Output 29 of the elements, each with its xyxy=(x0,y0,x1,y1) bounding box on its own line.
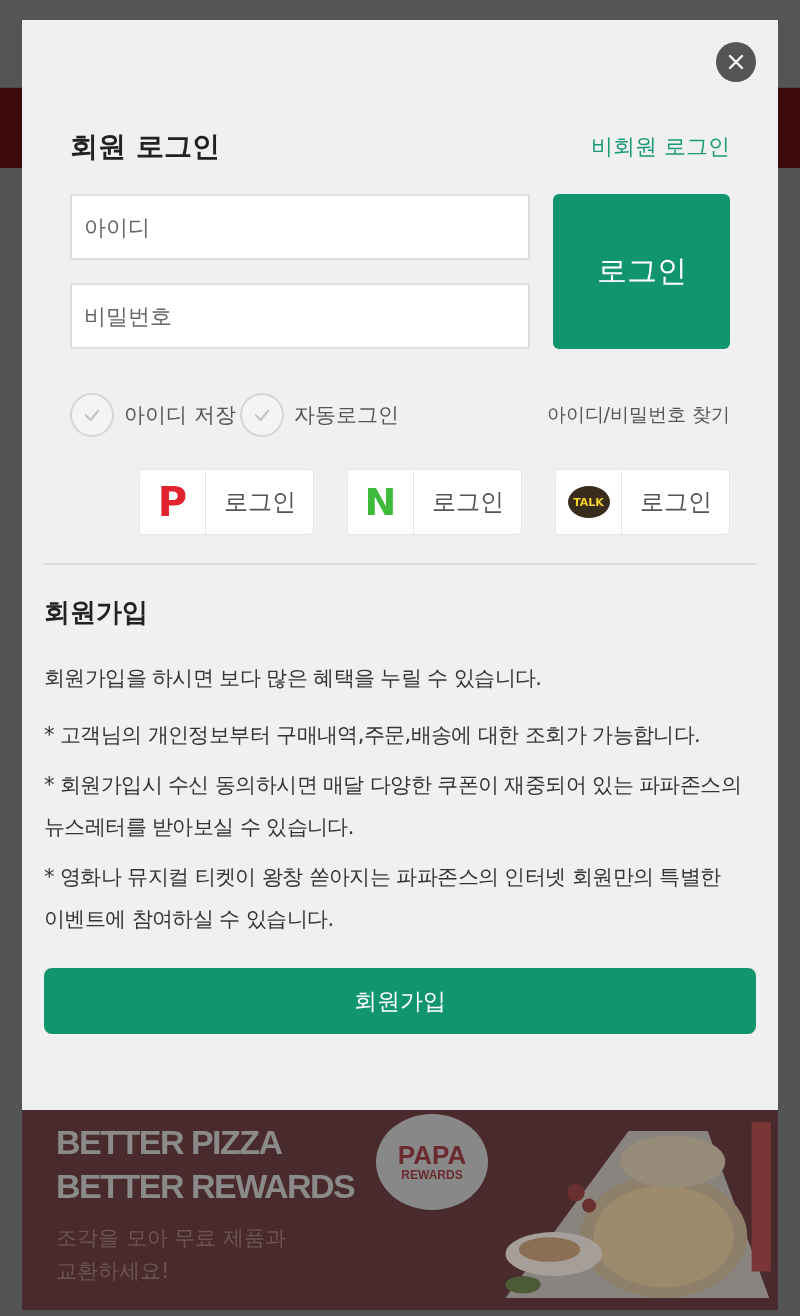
checkbox[interactable] xyxy=(70,393,114,437)
social-login-label: 로그인 xyxy=(222,487,297,518)
social-login-label: 로그인 xyxy=(638,487,713,518)
close-button[interactable] xyxy=(716,42,756,82)
note-text: * 회원가입시 수신 동의하시면 매달 다양한 쿠폰이 재중되어 있는 파파존스의 뉴스레터를 받아보실 수 있습니다. xyxy=(44,772,742,841)
intro-text: 회원가입을 하시면 보다 많은 혜택을 누릴 수 있습니다. xyxy=(44,665,543,692)
note-text: * 영화나 뮤지컬 티켓이 왕창 쏟아지는 파파존스의 인터넷 회원만의 특별한 이벤트에 참여하실 수 있습니다. xyxy=(44,864,722,933)
id-field[interactable]: 아이디 xyxy=(70,194,530,260)
banner-headline: BETTER PIZZA xyxy=(56,1122,282,1163)
letter-logo-icon: P xyxy=(157,482,188,522)
speech-bubble-logo-icon: TALK xyxy=(567,486,610,518)
social-login-button[interactable]: TALK 로그인 xyxy=(555,469,730,535)
checkbox[interactable] xyxy=(239,393,284,437)
social-login-button[interactable]: P 로그인 xyxy=(139,469,314,535)
banner-headline: BETTER REWARDS xyxy=(56,1166,355,1207)
login-button[interactable]: 로그인 xyxy=(553,194,730,349)
social-login-label: 로그인 xyxy=(430,487,505,518)
checkbox-label: 자동로그인 xyxy=(293,402,399,429)
password-field[interactable]: 비밀번호 xyxy=(70,283,530,349)
letter-logo-icon: N xyxy=(364,483,397,521)
find-account-link[interactable]: 아이디/비밀번호 찾기 xyxy=(546,402,730,428)
signup-button[interactable]: 회원가입 xyxy=(44,968,756,1034)
social-login-button[interactable]: N 로그인 xyxy=(347,469,522,535)
checkbox-label: 아이디 저장 xyxy=(124,402,236,429)
close-icon xyxy=(726,52,746,72)
rewards-badge: PAPA REWARDS xyxy=(376,1114,488,1210)
note-text: * 고객님의 개인정보부터 구매내역,주문,배송에 대한 조회가 가능합니다. xyxy=(44,722,702,749)
dialog-title: 회원 로그인 xyxy=(70,129,220,165)
section-title: 회원가입 xyxy=(44,596,149,629)
